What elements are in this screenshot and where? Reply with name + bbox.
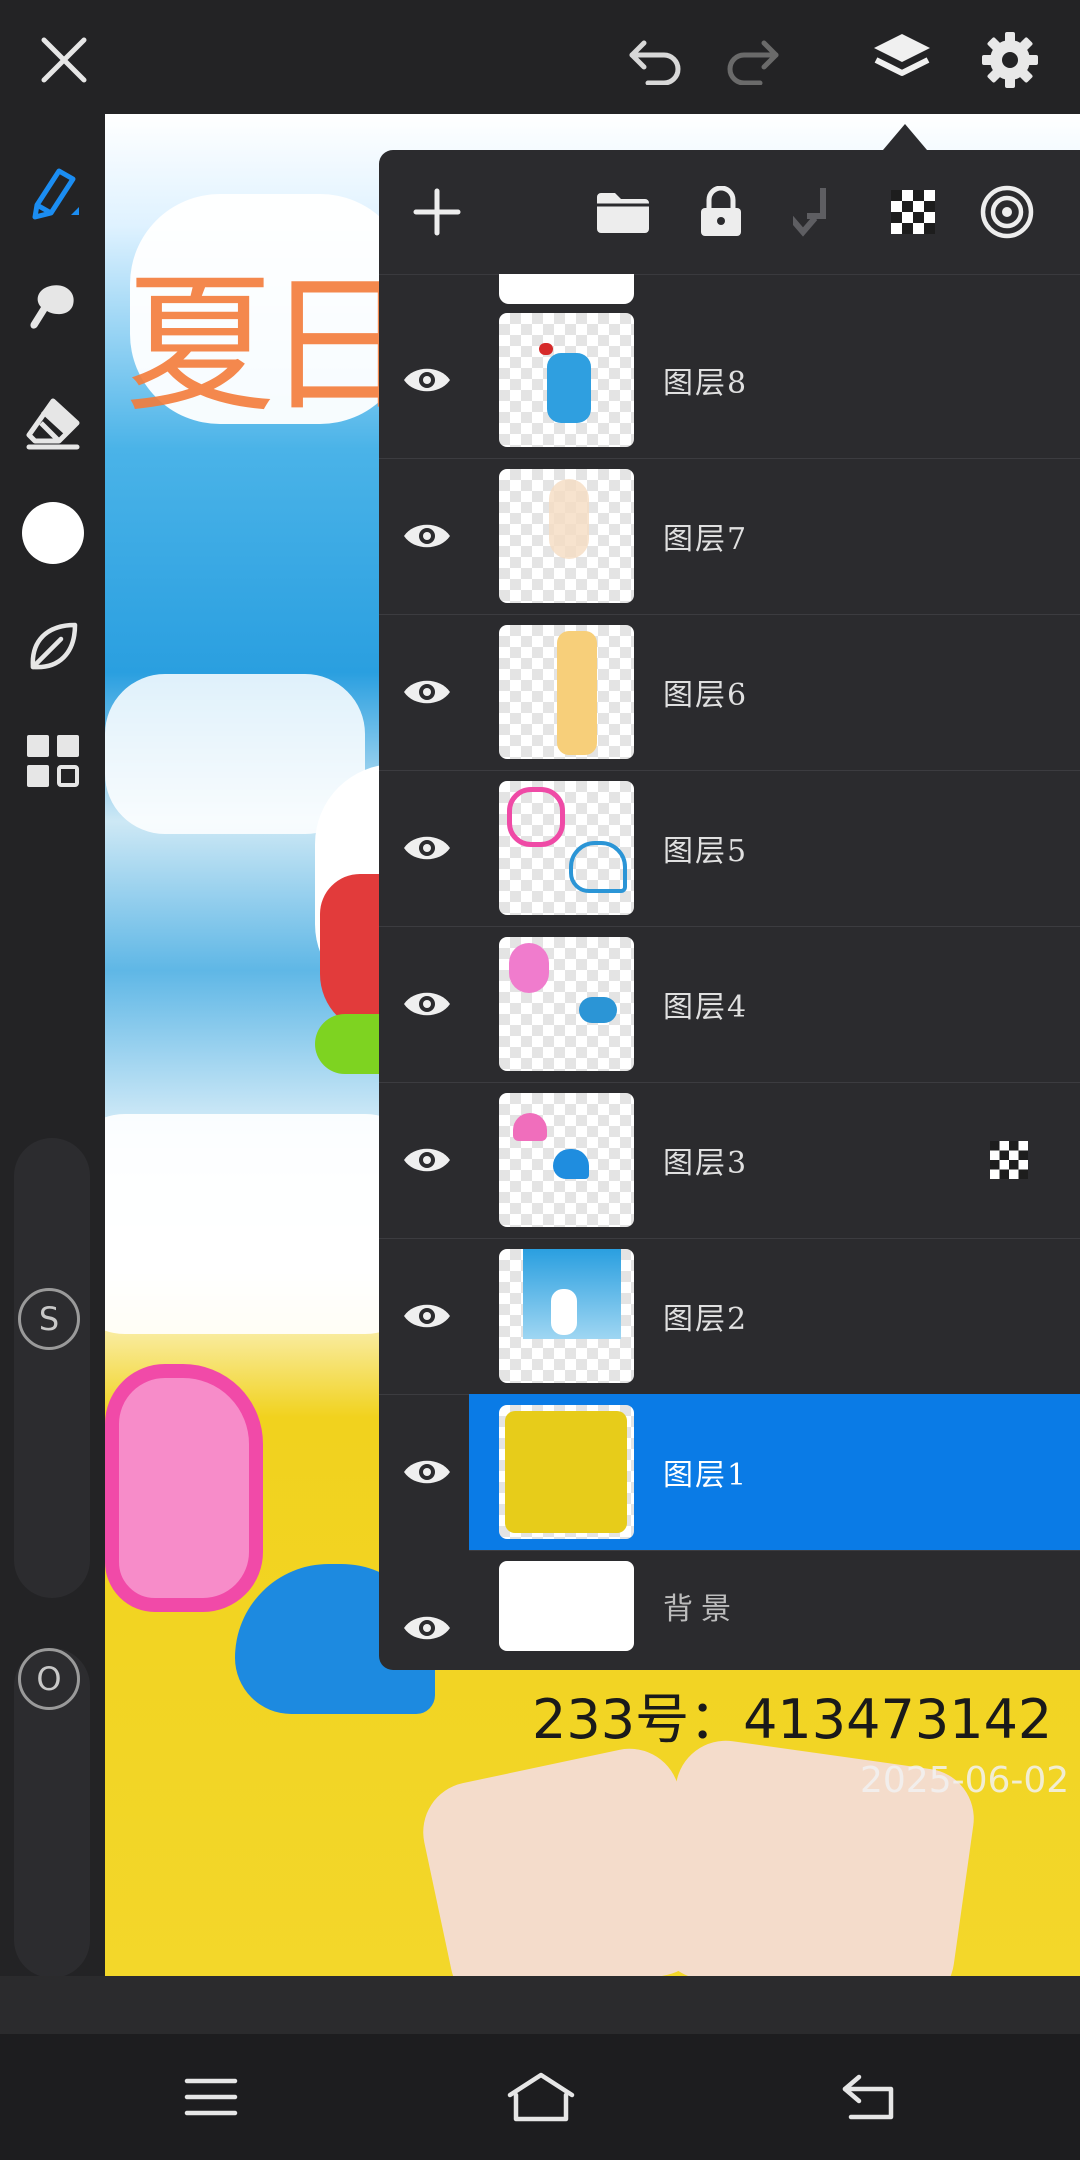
date-watermark: 2025-06-02 <box>860 1760 1070 1801</box>
canvas-title-text: 夏日 <box>125 259 415 433</box>
eye-icon[interactable] <box>397 1444 457 1500</box>
layer-name: 图层6 <box>663 678 749 713</box>
eye-icon[interactable] <box>397 664 457 720</box>
add-icon[interactable] <box>405 180 469 244</box>
layer-panel-toolbar <box>379 150 1080 275</box>
eye-icon[interactable] <box>397 352 457 408</box>
top-toolbar <box>0 0 1080 118</box>
alpha-lock-indicator-icon <box>989 1140 1029 1180</box>
back-icon[interactable] <box>824 2062 914 2132</box>
layer-thumbnail <box>499 937 634 1071</box>
layer-row[interactable]: 图层8 <box>379 302 1080 459</box>
folder-icon[interactable] <box>591 180 655 244</box>
smudge-icon[interactable] <box>18 272 88 342</box>
layer-name: 图层1 <box>663 1458 749 1493</box>
layer-name: 图层4 <box>663 990 749 1025</box>
cloud <box>105 1114 425 1334</box>
lock-icon[interactable] <box>689 180 753 244</box>
layer-thumbnail <box>499 313 634 447</box>
canvas-bottom-strip <box>0 1976 1080 2034</box>
home-icon[interactable] <box>496 2062 586 2132</box>
eye-icon[interactable] <box>397 1288 457 1344</box>
layer-panel: 图层8 图层7 图层6 图层5 图层4 图层3 图层2 图层1 背景 <box>379 150 1080 1670</box>
system-nav-bar <box>0 2034 1080 2160</box>
color-swatch[interactable] <box>18 498 88 568</box>
layer-row[interactable]: 图层6 <box>379 614 1080 771</box>
pen-icon[interactable] <box>18 156 88 226</box>
layer-name: 图层5 <box>663 834 749 869</box>
layer-name: 图层7 <box>663 522 749 557</box>
close-icon[interactable] <box>26 22 102 98</box>
eye-icon[interactable] <box>397 976 457 1032</box>
watermark-text: 233号：413473142 <box>532 1688 1053 1751</box>
layer-thumbnail <box>499 625 634 759</box>
eye-icon[interactable] <box>397 1600 457 1656</box>
pink-shell <box>105 1364 263 1612</box>
layer-thumbnail <box>499 1093 634 1227</box>
redo-icon[interactable] <box>714 22 790 98</box>
layer-row-selected[interactable]: 图层1 <box>469 1394 1080 1551</box>
eye-icon[interactable] <box>397 820 457 876</box>
alpha-lock-icon[interactable] <box>881 180 945 244</box>
grid-icon[interactable] <box>18 726 88 796</box>
layer-name: 图层2 <box>663 1302 749 1337</box>
layer-row[interactable]: 图层3 <box>379 1082 1080 1239</box>
left-toolbar: S O <box>0 118 105 2018</box>
eye-icon[interactable] <box>397 1132 457 1188</box>
layer-row[interactable]: 图层2 <box>379 1238 1080 1395</box>
size-slider-knob[interactable]: S <box>18 1288 80 1350</box>
opacity-slider-knob[interactable]: O <box>18 1648 80 1710</box>
background-layer-row[interactable]: 背景 <box>379 1550 1080 1670</box>
layer-thumbnail <box>499 469 634 603</box>
layer-name: 图层3 <box>663 1146 749 1181</box>
opacity-slider[interactable]: O <box>14 1648 90 1978</box>
undo-icon[interactable] <box>618 22 694 98</box>
blend-icon[interactable] <box>975 180 1039 244</box>
layer-thumbnail <box>499 1249 634 1383</box>
layer-thumbnail-partial <box>499 274 634 304</box>
brush-size-slider[interactable]: S <box>14 1138 90 1598</box>
layer-thumbnail <box>499 1405 634 1539</box>
layers-icon[interactable] <box>864 22 940 98</box>
layer-thumbnail <box>499 781 634 915</box>
layer-row[interactable]: 图层4 <box>379 926 1080 1083</box>
leaf-icon[interactable] <box>18 612 88 682</box>
gear-icon[interactable] <box>972 22 1048 98</box>
merge-down-icon[interactable] <box>784 180 848 244</box>
layer-thumbnail <box>499 1561 634 1651</box>
layer-name: 背景 <box>663 1592 739 1627</box>
panel-caret <box>883 124 927 150</box>
layer-row[interactable]: 图层5 <box>379 770 1080 927</box>
layer-row[interactable]: 图层7 <box>379 458 1080 615</box>
menu-icon[interactable] <box>166 2062 256 2132</box>
eye-icon[interactable] <box>397 508 457 564</box>
layer-name: 图层8 <box>663 366 749 401</box>
eraser-icon[interactable] <box>18 388 88 458</box>
